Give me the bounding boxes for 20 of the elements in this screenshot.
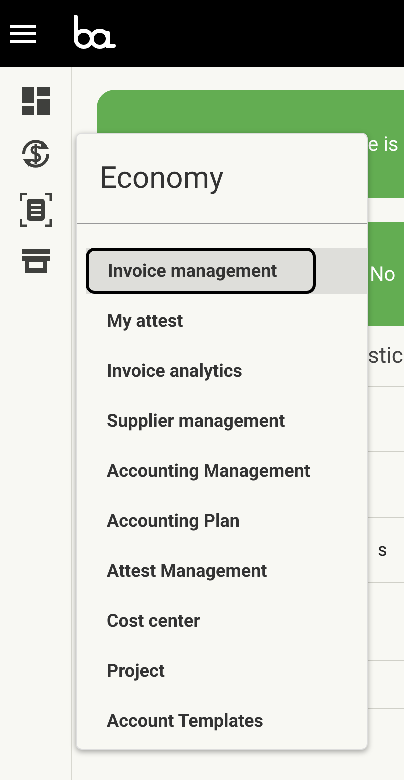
row-text: s — [378, 538, 388, 562]
logo-icon[interactable] — [72, 14, 118, 48]
menu-title: Economy — [100, 160, 224, 198]
menu-item[interactable]: My attest — [86, 298, 184, 344]
menu-item[interactable]: Invoice analytics — [86, 348, 242, 394]
menu-item[interactable]: Accounting Management — [86, 448, 310, 494]
notice-text: No — [370, 261, 397, 288]
document-scan-icon[interactable] — [20, 193, 52, 227]
menu-item[interactable]: Project — [86, 648, 165, 694]
menu-item[interactable]: Attest Management — [86, 548, 268, 594]
menu-item[interactable]: Cost center — [86, 598, 200, 644]
store-icon[interactable] — [22, 249, 50, 273]
menu-item[interactable]: Accounting Plan — [86, 498, 240, 544]
section-title: stic — [368, 342, 404, 370]
dashboard-icon[interactable] — [22, 87, 50, 115]
menu-item[interactable]: Account Templates — [86, 698, 264, 744]
banner-text: e is — [368, 131, 400, 158]
menu-icon[interactable] — [10, 24, 36, 42]
menu-item[interactable]: Supplier management — [86, 398, 286, 444]
menu-item[interactable]: Invoice management — [86, 248, 316, 294]
